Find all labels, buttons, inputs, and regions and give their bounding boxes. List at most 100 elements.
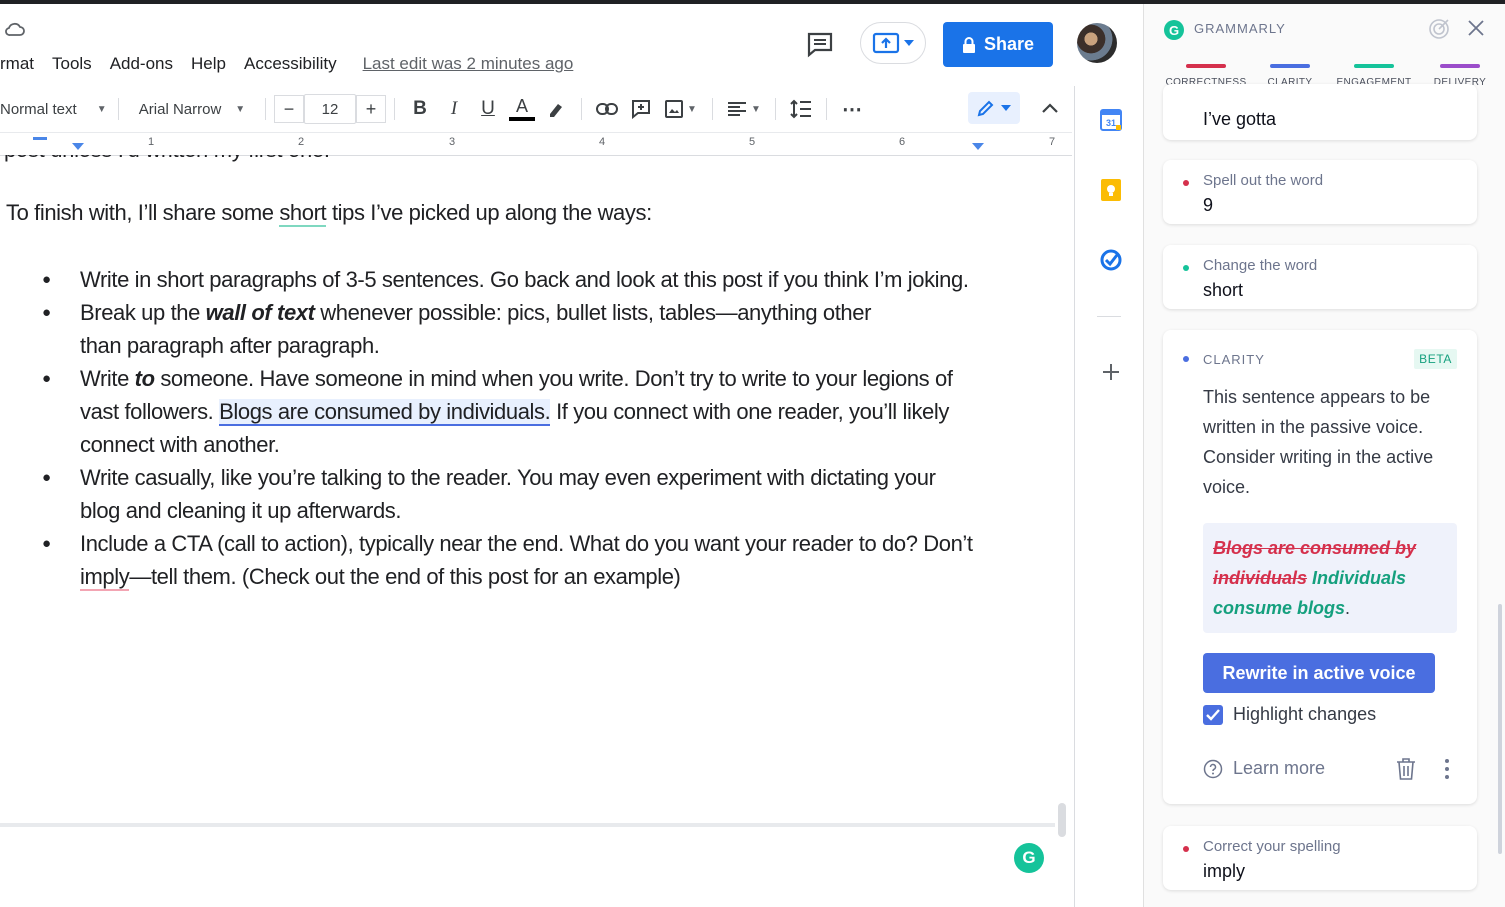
editing-mode-button[interactable] bbox=[968, 92, 1020, 124]
grammarly-scrollbar[interactable] bbox=[1498, 604, 1502, 854]
toolbar-divider bbox=[826, 98, 827, 120]
suggestion-card[interactable]: Change the word short bbox=[1163, 245, 1477, 309]
cloud-saved-icon[interactable] bbox=[4, 20, 26, 38]
pencil-icon bbox=[977, 100, 994, 117]
menu-add-ons[interactable]: Add-ons bbox=[110, 54, 173, 74]
underline-icon[interactable]: U bbox=[471, 94, 505, 124]
last-edit-link[interactable]: Last edit was 2 minutes ago bbox=[363, 54, 574, 74]
calendar-icon[interactable]: 31 bbox=[1099, 108, 1123, 132]
svg-text:31: 31 bbox=[1106, 118, 1116, 128]
text-color-icon[interactable]: A bbox=[505, 94, 539, 124]
suggestion-card[interactable]: Correct your spelling imply bbox=[1163, 826, 1477, 890]
suggestion-word: imply bbox=[1203, 861, 1246, 881]
chevron-down-icon bbox=[904, 40, 914, 46]
toolbar-divider bbox=[775, 98, 776, 120]
highlight-changes-checkbox[interactable]: Highlight changes bbox=[1203, 704, 1376, 725]
indent-marker-icon[interactable] bbox=[32, 135, 48, 155]
list-item: Include a CTA (call to action), typicall… bbox=[0, 527, 980, 593]
grammarly-logo-icon: G bbox=[1164, 20, 1184, 40]
share-button[interactable]: Share bbox=[943, 22, 1053, 67]
comment-history-icon[interactable] bbox=[804, 28, 836, 60]
align-icon[interactable]: ▼ bbox=[721, 94, 767, 124]
ruler-number: 2 bbox=[298, 136, 305, 148]
ruler-number: 1 bbox=[148, 136, 155, 148]
menu-accessibility[interactable]: Accessibility bbox=[244, 54, 337, 74]
list-item-text: —tell them. (Check out the end of this p… bbox=[129, 564, 681, 589]
add-comment-icon[interactable] bbox=[624, 94, 658, 124]
ruler-number: 7 bbox=[1049, 136, 1056, 148]
more-options-icon[interactable]: ⋯ bbox=[835, 94, 869, 124]
rewrite-preview: Blogs are consumed by individuals Indivi… bbox=[1203, 523, 1457, 633]
rewrite-active-voice-button[interactable]: Rewrite in active voice bbox=[1203, 653, 1435, 693]
right-margin-marker-icon[interactable] bbox=[970, 141, 986, 153]
checkbox-checked-icon bbox=[1203, 704, 1223, 725]
paragraph-style-select[interactable]: Normal text ▼ bbox=[0, 94, 110, 124]
suggestion-word: I’ve gotta bbox=[1203, 109, 1277, 129]
paragraph-text: To finish with, I’ll share some bbox=[6, 200, 280, 225]
suggestion-card[interactable]: Spell out the word 9 bbox=[1163, 160, 1477, 224]
grammarly-flagged-sentence[interactable]: Blogs are consumed by individuals. bbox=[219, 399, 551, 426]
suggestion-label: Correct your spelling bbox=[1203, 838, 1341, 855]
grammarly-flagged-word[interactable]: imply bbox=[80, 564, 130, 591]
increase-font-size-button[interactable]: + bbox=[356, 95, 386, 123]
indent-marker-icon[interactable] bbox=[70, 141, 86, 153]
highlight-color-icon[interactable] bbox=[539, 94, 573, 124]
present-icon bbox=[872, 32, 900, 54]
category-bar bbox=[1186, 64, 1226, 68]
toolbar-divider bbox=[581, 98, 582, 120]
bold-icon[interactable]: B bbox=[403, 94, 437, 124]
clarity-suggestion-card: CLARITY BETA This sentence appears to be… bbox=[1163, 330, 1477, 804]
list-item-text: Write casually, like you’re talking to t… bbox=[80, 465, 936, 523]
partial-line: post unless I'd written my first one. bbox=[4, 155, 330, 163]
correctness-dot bbox=[1183, 180, 1189, 186]
tasks-icon[interactable] bbox=[1099, 248, 1123, 272]
menu-tools[interactable]: Tools bbox=[52, 54, 92, 74]
punctuation: . bbox=[1345, 598, 1351, 618]
ruler-number: 3 bbox=[449, 136, 456, 148]
list-item-text: Write in short paragraphs of 3-5 sentenc… bbox=[80, 267, 969, 292]
next-page[interactable] bbox=[0, 827, 1055, 907]
collapse-toolbar-icon[interactable] bbox=[1040, 101, 1060, 115]
learn-more-link[interactable]: Learn more bbox=[1203, 758, 1325, 779]
suggestion-word: 9 bbox=[1203, 195, 1214, 215]
emphasized-text: wall of text bbox=[205, 300, 315, 325]
decrease-font-size-button[interactable]: − bbox=[274, 95, 304, 123]
insert-link-icon[interactable] bbox=[590, 94, 624, 124]
grammarly-flagged-word[interactable]: short bbox=[279, 200, 327, 227]
toolbar-divider bbox=[118, 98, 119, 120]
paragraph-style-value: Normal text bbox=[0, 100, 77, 118]
horizontal-ruler[interactable]: 1 2 3 4 5 6 7 bbox=[0, 132, 1072, 156]
share-label: Share bbox=[983, 34, 1035, 54]
category-bar bbox=[1440, 64, 1480, 68]
document-body[interactable]: post unless I'd written my first one. To… bbox=[0, 155, 1055, 823]
suggestion-card[interactable]: I’ve gotta bbox=[1163, 84, 1477, 140]
font-family-value: Arial Narrow bbox=[138, 100, 222, 118]
line-spacing-icon[interactable] bbox=[784, 94, 818, 124]
font-size-input[interactable]: 12 bbox=[304, 94, 356, 124]
keep-icon[interactable] bbox=[1099, 178, 1123, 202]
present-button[interactable] bbox=[860, 22, 926, 64]
italic-icon[interactable]: I bbox=[437, 94, 471, 124]
ruler-number: 4 bbox=[599, 136, 606, 148]
user-avatar[interactable] bbox=[1077, 23, 1117, 63]
goals-target-icon[interactable] bbox=[1428, 18, 1450, 40]
font-family-select[interactable]: Arial Narrow ▼ bbox=[127, 94, 257, 124]
suggestion-word: short bbox=[1203, 280, 1244, 300]
list-item: Write to someone. Have someone in mind w… bbox=[0, 362, 980, 461]
paragraph: To finish with, I’ll share some short ti… bbox=[6, 200, 652, 227]
close-icon[interactable] bbox=[1466, 18, 1486, 38]
correctness-dot bbox=[1183, 846, 1189, 852]
grammarly-button-icon[interactable]: G bbox=[1014, 843, 1044, 873]
add-icon[interactable] bbox=[1099, 360, 1123, 384]
toolbar-divider bbox=[265, 98, 266, 120]
menu-format[interactable]: rmat bbox=[0, 54, 34, 74]
menu-help[interactable]: Help bbox=[191, 54, 226, 74]
insert-image-icon[interactable]: ▼ bbox=[658, 94, 704, 124]
paragraph-text: tips I’ve picked up along the ways: bbox=[326, 200, 652, 225]
more-vertical-icon[interactable] bbox=[1443, 758, 1451, 780]
trash-icon[interactable] bbox=[1395, 757, 1417, 781]
lock-icon bbox=[962, 36, 975, 53]
document-scrollbar[interactable] bbox=[1058, 803, 1066, 837]
category-bar bbox=[1270, 64, 1310, 68]
list-item-text: Write bbox=[80, 366, 135, 391]
